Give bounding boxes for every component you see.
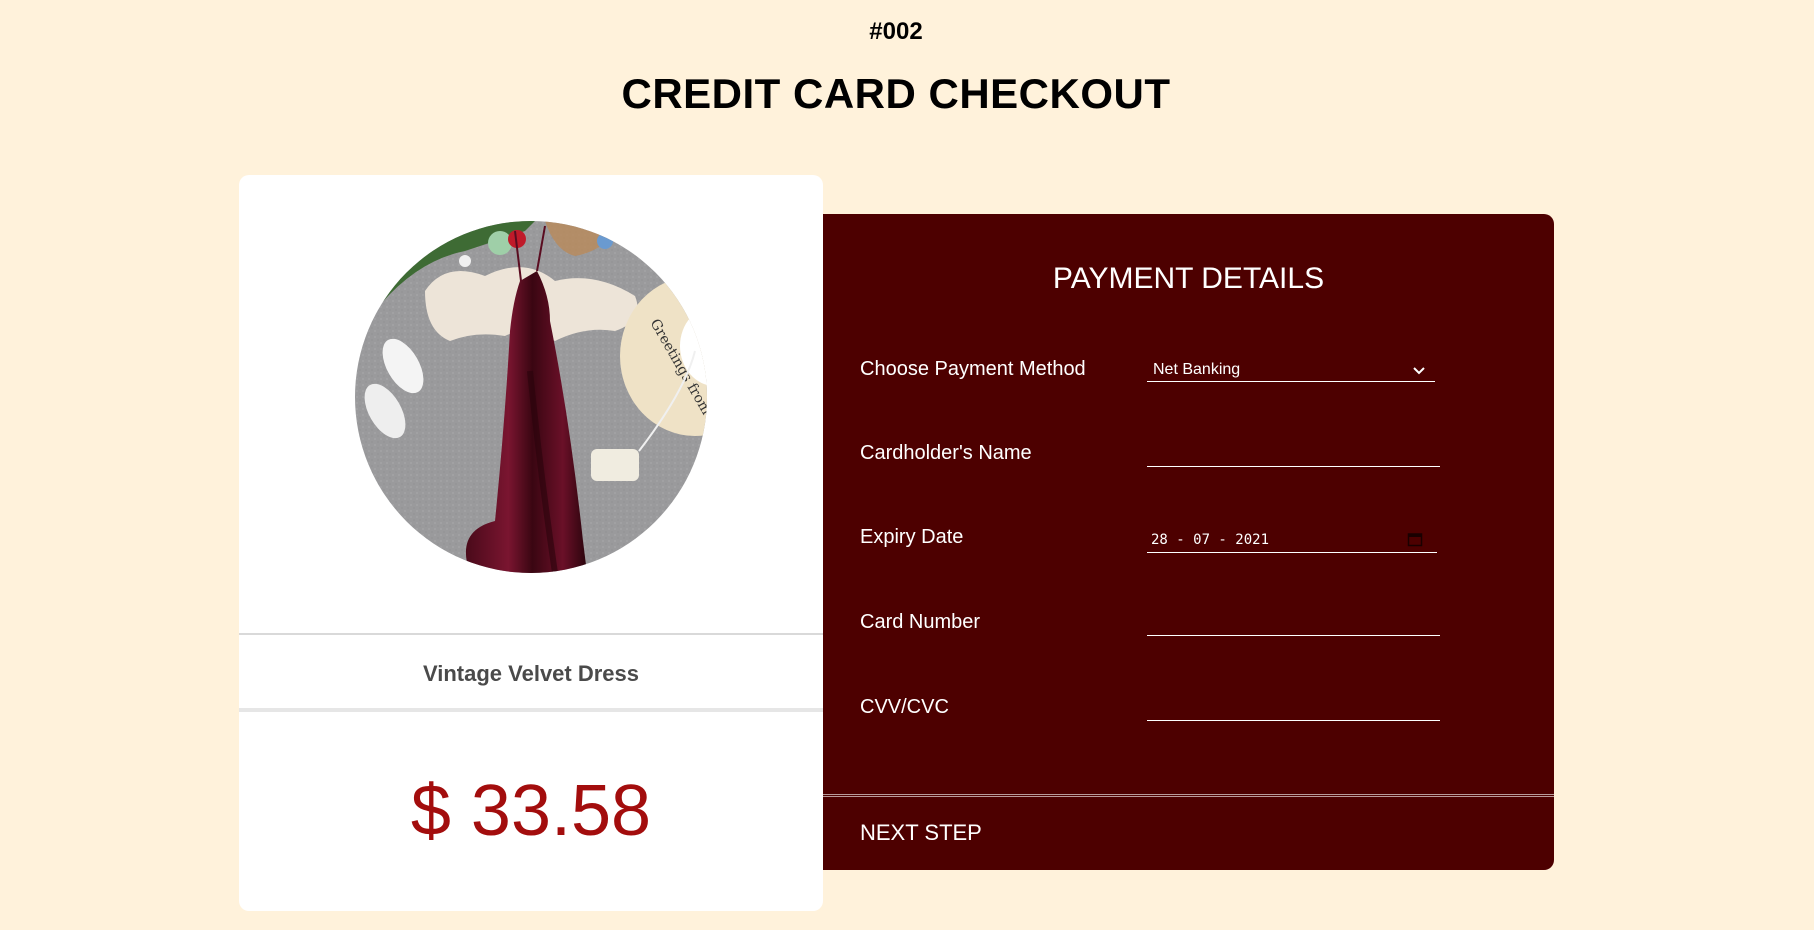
payment-method-value: Net Banking bbox=[1153, 361, 1241, 378]
cvv-label: CVV/CVC bbox=[860, 696, 949, 718]
card-number-field[interactable] bbox=[1147, 635, 1440, 636]
dress-photo-icon: Greetings from bbox=[355, 221, 707, 573]
expiry-date-value: 28 - 07 - 2021 bbox=[1151, 532, 1270, 548]
payment-title: PAYMENT DETAILS bbox=[1052, 262, 1325, 295]
payment-method-label: Choose Payment Method bbox=[860, 358, 1086, 380]
expiry-date-underline bbox=[1147, 552, 1437, 553]
product-price: $ 33.58 bbox=[410, 771, 652, 851]
payment-panel: PAYMENT DETAILS Choose Payment Method Ne… bbox=[823, 214, 1554, 870]
chevron-down-icon bbox=[1413, 363, 1425, 381]
calendar-icon[interactable] bbox=[1407, 531, 1423, 551]
panel-divider bbox=[823, 794, 1554, 797]
expiry-date-label: Expiry Date bbox=[860, 526, 964, 548]
cvv-field[interactable] bbox=[1147, 720, 1440, 721]
cardholder-name-field[interactable] bbox=[1147, 466, 1440, 467]
order-number: #002 bbox=[869, 18, 923, 45]
product-name: Vintage Velvet Dress bbox=[422, 661, 640, 686]
next-step-button[interactable]: NEXT STEP bbox=[860, 820, 982, 846]
card-number-label: Card Number bbox=[860, 611, 981, 633]
product-card: Greetings from Vintage Velvet Dress $ 33… bbox=[239, 175, 823, 911]
expiry-date-field[interactable]: 28 - 07 - 2021 bbox=[1147, 528, 1437, 552]
payment-method-select[interactable]: Net Banking bbox=[1147, 359, 1435, 383]
cardholder-name-label: Cardholder's Name bbox=[860, 442, 1032, 464]
payment-method-underline bbox=[1147, 381, 1435, 382]
product-divider-top bbox=[239, 633, 823, 635]
product-divider-bottom bbox=[239, 708, 823, 712]
page-title: CREDIT CARD CHECKOUT bbox=[621, 70, 1171, 117]
product-image: Greetings from bbox=[355, 221, 707, 573]
